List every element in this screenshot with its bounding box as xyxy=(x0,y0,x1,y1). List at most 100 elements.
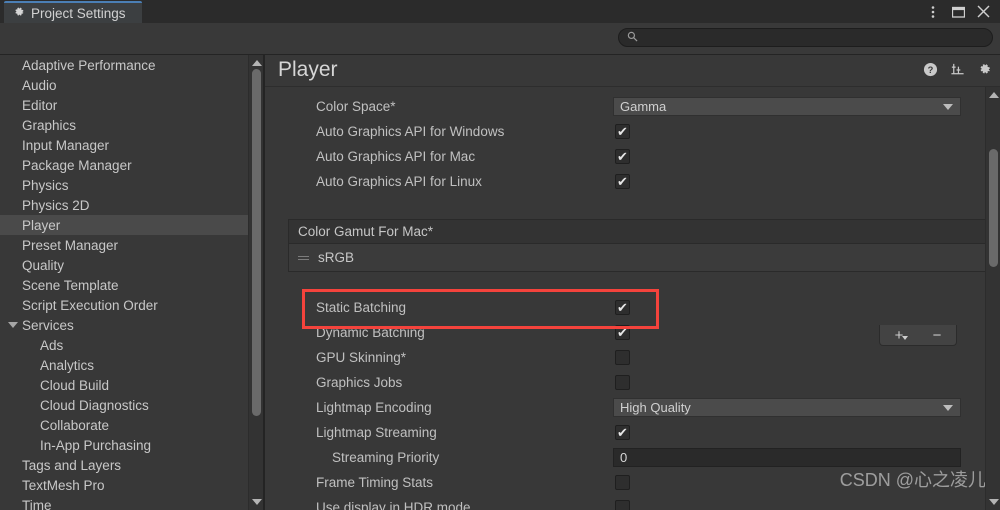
tab-project-settings[interactable]: Project Settings xyxy=(4,1,142,23)
sidebar-item-label: TextMesh Pro xyxy=(22,478,105,493)
sidebar-item-editor[interactable]: Editor xyxy=(0,95,248,115)
setting-label: Lightmap Streaming xyxy=(316,425,437,440)
more-options-button[interactable] xyxy=(926,5,940,19)
setting-label: Frame Timing Stats xyxy=(316,475,433,490)
check-icon: ✔ xyxy=(617,150,628,163)
page-title: Player xyxy=(278,58,338,82)
sidebar-item-label: Cloud Diagnostics xyxy=(40,398,149,413)
sidebar-item-quality[interactable]: Quality xyxy=(0,255,248,275)
main-scrollbar[interactable] xyxy=(985,87,1000,510)
preset-icon[interactable] xyxy=(949,61,965,77)
main-scroll-thumb[interactable] xyxy=(989,149,998,267)
sidebar-item-preset-manager[interactable]: Preset Manager xyxy=(0,235,248,255)
sidebar-item-cloud-build[interactable]: Cloud Build xyxy=(0,375,248,395)
scroll-up-arrow-icon[interactable] xyxy=(252,60,262,66)
sidebar-item-label: Cloud Build xyxy=(40,378,109,393)
auto-graphics-api-for-mac-checkbox[interactable]: ✔ xyxy=(615,149,630,164)
maximize-button[interactable] xyxy=(951,5,965,19)
color-gamut-label: Color Gamut For Mac* xyxy=(298,224,433,239)
color-space-dropdown[interactable]: Gamma xyxy=(613,97,961,116)
sidebar-item-script-execution-order[interactable]: Script Execution Order xyxy=(0,295,248,315)
setting-row-graphics-jobs: Graphics Jobs xyxy=(265,370,975,395)
check-icon: ✔ xyxy=(617,301,628,314)
sidebar-item-label: Input Manager xyxy=(22,138,109,153)
sidebar-item-graphics[interactable]: Graphics xyxy=(0,115,248,135)
sidebar-item-label: Audio xyxy=(22,78,57,93)
sidebar-item-label: Player xyxy=(22,218,60,233)
search-input[interactable] xyxy=(643,30,992,45)
setting-label: Streaming Priority xyxy=(332,450,439,465)
setting-row-use-display-in-hdr-mode: Use display in HDR mode xyxy=(265,495,975,510)
sidebar-item-in-app-purchasing[interactable]: In-App Purchasing xyxy=(0,435,248,455)
color-gamut-header[interactable]: Color Gamut For Mac* xyxy=(288,219,988,244)
scroll-down-arrow-icon[interactable] xyxy=(252,499,262,505)
sidebar-item-label: In-App Purchasing xyxy=(40,438,151,453)
sidebar-item-label: Analytics xyxy=(40,358,94,373)
use-display-in-hdr-mode-checkbox[interactable] xyxy=(615,500,630,510)
scroll-down-arrow-icon[interactable] xyxy=(989,499,999,505)
lightmap-streaming-checkbox[interactable]: ✔ xyxy=(615,425,630,440)
svg-text:?: ? xyxy=(927,64,933,74)
window-controls xyxy=(926,0,996,23)
sidebar-scrollbar[interactable] xyxy=(248,55,263,510)
setting-row-frame-timing-stats: Frame Timing Stats xyxy=(265,470,975,495)
sidebar-item-time[interactable]: Time xyxy=(0,495,248,510)
auto-graphics-api-for-windows-checkbox[interactable]: ✔ xyxy=(615,124,630,139)
sidebar-item-analytics[interactable]: Analytics xyxy=(0,355,248,375)
setting-label: GPU Skinning* xyxy=(316,350,406,365)
graphics-jobs-checkbox[interactable] xyxy=(615,375,630,390)
gpu-skinning-checkbox[interactable] xyxy=(615,350,630,365)
sidebar-item-tags-and-layers[interactable]: Tags and Layers xyxy=(0,455,248,475)
sidebar-item-adaptive-performance[interactable]: Adaptive Performance xyxy=(0,55,248,75)
sidebar-item-physics[interactable]: Physics xyxy=(0,175,248,195)
sidebar-item-textmesh-pro[interactable]: TextMesh Pro xyxy=(0,475,248,495)
sidebar-item-audio[interactable]: Audio xyxy=(0,75,248,95)
setting-label: Auto Graphics API for Mac xyxy=(316,149,475,164)
drag-handle-icon[interactable] xyxy=(298,254,309,262)
project-settings-window: Project Settings Adaptive Performance Aud… xyxy=(0,0,1000,510)
sidebar-item-label: Time xyxy=(22,498,52,510)
gear-icon[interactable] xyxy=(976,61,992,77)
frame-timing-stats-checkbox[interactable] xyxy=(615,475,630,490)
sidebar-item-label: Editor xyxy=(22,98,57,113)
sidebar-item-cloud-diagnostics[interactable]: Cloud Diagnostics xyxy=(0,395,248,415)
sidebar-item-player[interactable]: Player xyxy=(0,215,248,235)
static-batching-checkbox[interactable]: ✔ xyxy=(615,300,630,315)
scroll-up-arrow-icon[interactable] xyxy=(989,92,999,98)
sidebar-item-services[interactable]: Services xyxy=(0,315,248,335)
sidebar-item-scene-template[interactable]: Scene Template xyxy=(0,275,248,295)
sidebar-item-package-manager[interactable]: Package Manager xyxy=(0,155,248,175)
lightmap-encoding-dropdown[interactable]: High Quality xyxy=(613,398,961,417)
tab-label: Project Settings xyxy=(31,6,126,21)
sidebar-item-collaborate[interactable]: Collaborate xyxy=(0,415,248,435)
dynamic-batching-checkbox[interactable]: ✔ xyxy=(615,325,630,340)
sidebar-item-label: Physics xyxy=(22,178,69,193)
sidebar-item-label: Physics 2D xyxy=(22,198,90,213)
sidebar-item-label: Scene Template xyxy=(22,278,119,293)
sidebar-item-label: Script Execution Order xyxy=(22,298,158,313)
auto-graphics-api-for-linux-checkbox[interactable]: ✔ xyxy=(615,174,630,189)
sidebar-item-ads[interactable]: Ads xyxy=(0,335,248,355)
chevron-down-icon[interactable] xyxy=(8,322,18,328)
settings-body: Color Space*GammaAuto Graphics API for W… xyxy=(265,87,1000,510)
sidebar-item-physics-2d[interactable]: Physics 2D xyxy=(0,195,248,215)
close-button[interactable] xyxy=(976,5,990,19)
color-gamut-value: sRGB xyxy=(318,250,354,265)
setting-label: Graphics Jobs xyxy=(316,375,402,390)
streaming-priority-input[interactable]: 0 xyxy=(613,448,961,467)
sidebar-scroll-thumb[interactable] xyxy=(252,69,261,416)
search-box[interactable] xyxy=(618,28,993,47)
search-icon xyxy=(627,30,638,45)
help-icon[interactable]: ? xyxy=(922,61,938,77)
color-gamut-list-item[interactable]: sRGB xyxy=(288,244,988,272)
sidebar-item-label: Services xyxy=(22,318,74,333)
check-icon: ✔ xyxy=(617,426,628,439)
check-icon: ✔ xyxy=(617,326,628,339)
sidebar-item-input-manager[interactable]: Input Manager xyxy=(0,135,248,155)
sidebar-item-label: Graphics xyxy=(22,118,76,133)
setting-row-lightmap-streaming: Lightmap Streaming ✔ xyxy=(265,420,975,445)
dropdown-value: Gamma xyxy=(620,99,666,114)
settings-sidebar[interactable]: Adaptive Performance Audio Editor Graphics I… xyxy=(0,55,248,510)
setting-row-auto-graphics-api-for-mac: Auto Graphics API for Mac ✔ xyxy=(265,144,975,169)
check-icon: ✔ xyxy=(617,125,628,138)
